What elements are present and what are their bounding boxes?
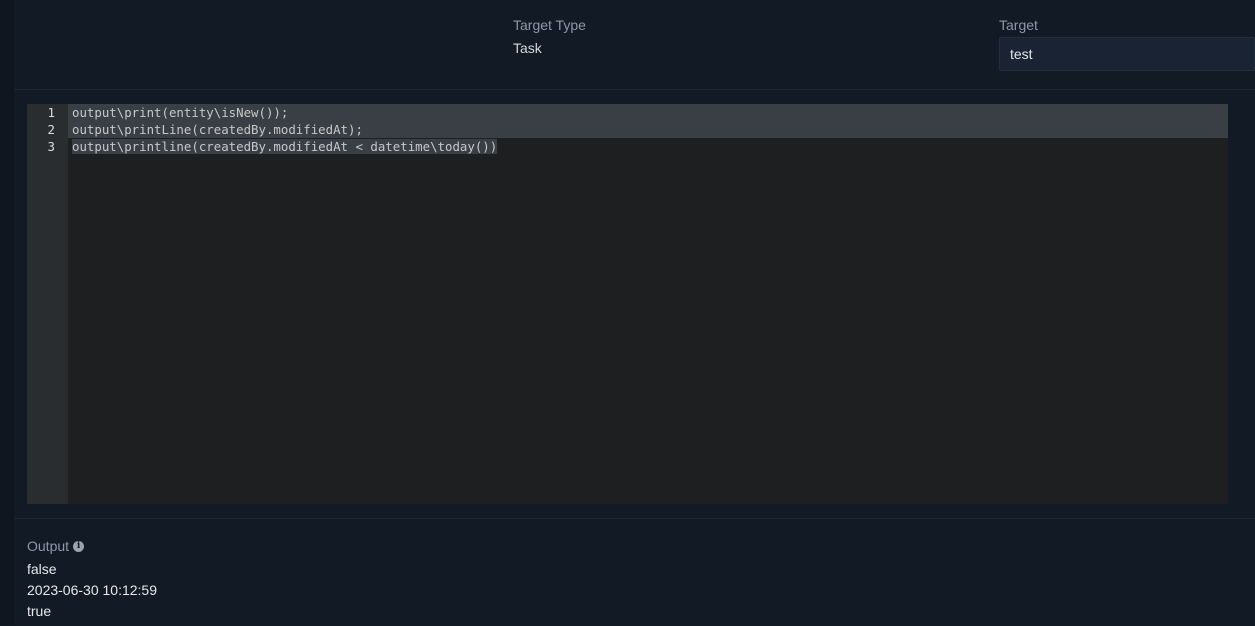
code-text: output\printLine(createdBy.modifiedAt); [72,122,363,137]
output-line: true [27,603,52,619]
target-type-value: Task [513,40,542,56]
output-label-text: Output [27,538,70,554]
line-number-gutter: 1 2 3 [27,104,68,504]
code-line[interactable]: output\print(entity\isNew()); [68,104,1228,121]
line-number: 1 [47,105,55,120]
line-number: 2 [47,122,55,137]
output-line: 2023-06-30 10:12:59 [27,582,157,598]
output-section: Output i false 2023-06-30 10:12:59 true [14,518,1255,626]
code-text: output\print(entity\isNew()); [72,105,289,120]
target-type-label: Target Type [513,17,586,33]
code-line[interactable]: output\printLine(createdBy.modifiedAt); [68,121,1228,138]
output-lines: false 2023-06-30 10:12:59 true [27,559,157,622]
code-area[interactable]: output\print(entity\isNew()); output\pri… [68,104,1228,504]
target-label: Target [999,17,1038,33]
code-text: output\printline(createdBy.modifiedAt < … [72,139,498,154]
code-line[interactable]: output\printline(createdBy.modifiedAt < … [68,138,1228,155]
left-strip [0,0,14,625]
line-number: 3 [47,139,55,154]
output-label: Output i [27,538,85,554]
main-panel: Target Type Task Target 1 2 3 output\pri… [14,0,1255,625]
target-input[interactable] [999,37,1255,71]
code-editor[interactable]: 1 2 3 output\print(entity\isNew()); outp… [27,104,1228,504]
header: Target Type Task Target [14,0,1255,90]
info-icon[interactable]: i [73,540,85,552]
output-line: false [27,561,57,577]
